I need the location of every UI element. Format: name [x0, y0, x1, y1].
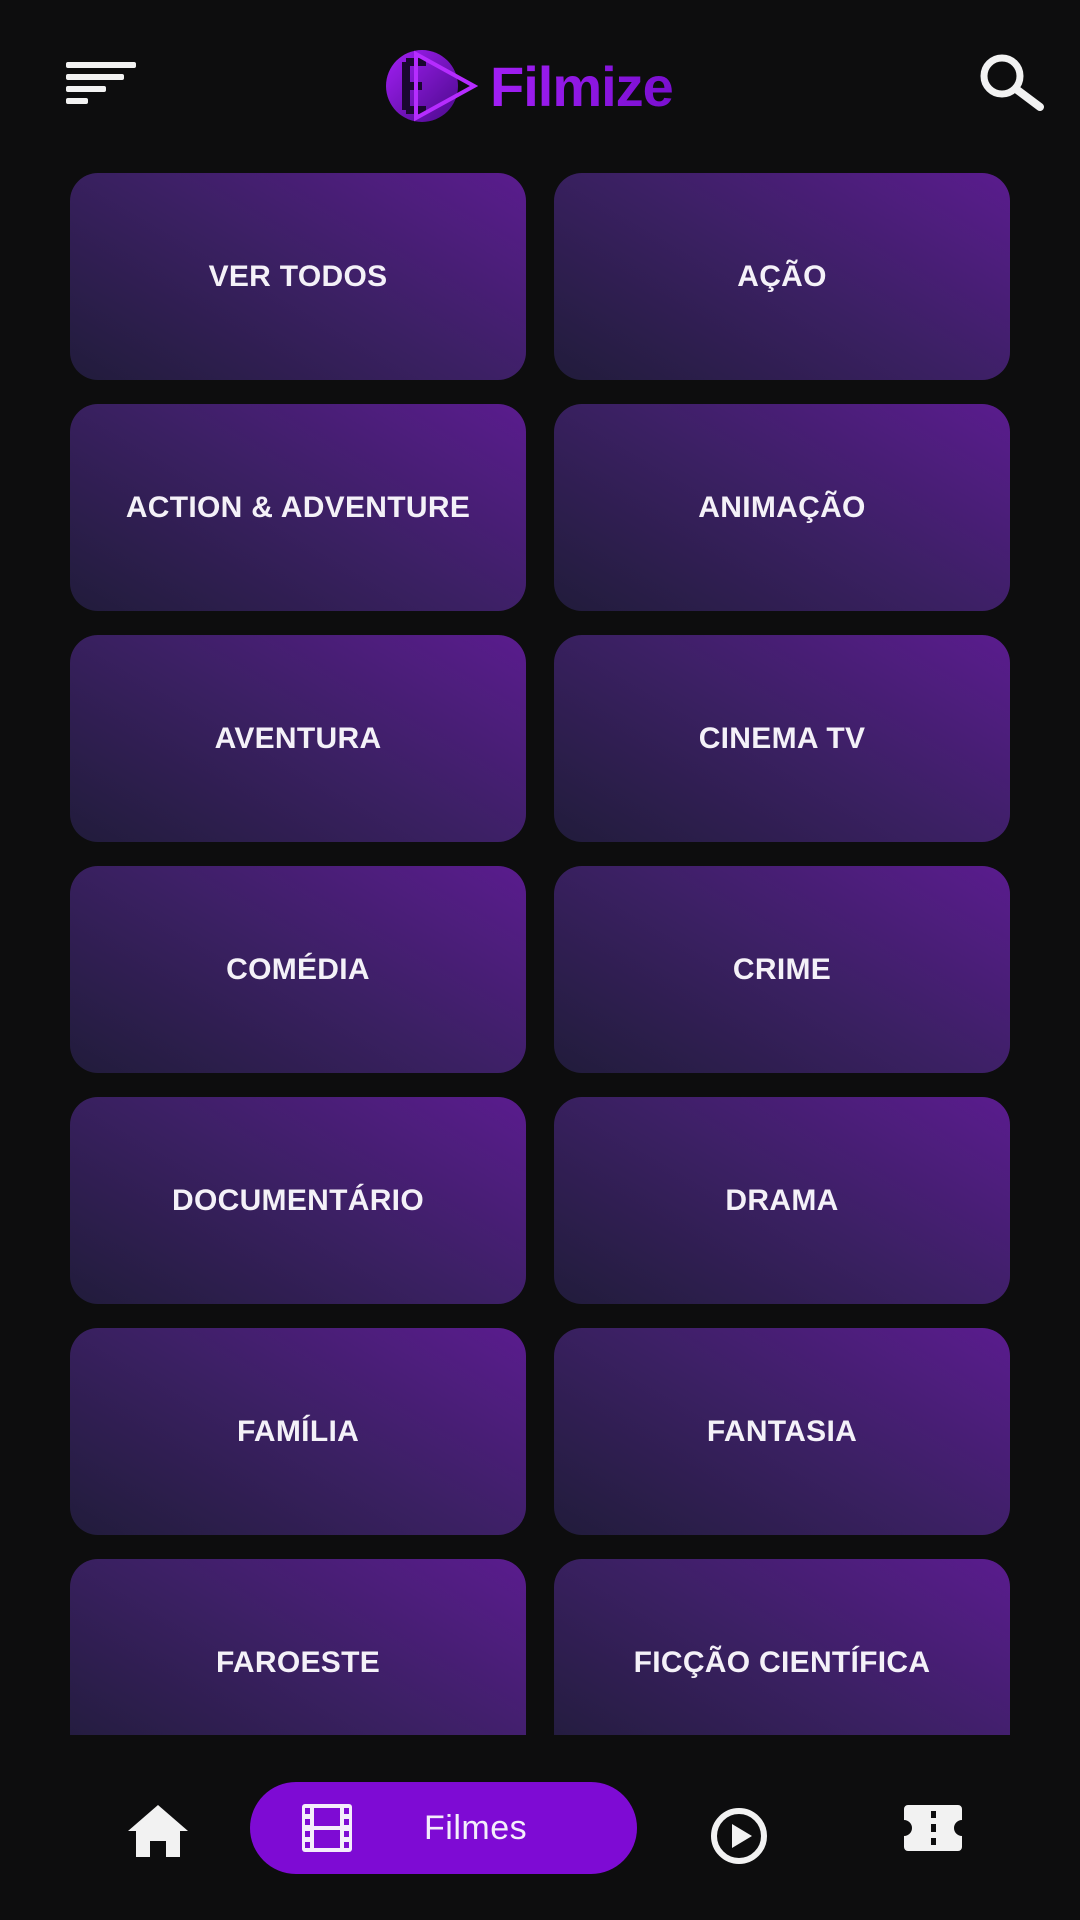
genre-label: DRAMA: [725, 1183, 839, 1217]
genre-label: DOCUMENTÁRIO: [172, 1183, 424, 1217]
genre-tile-aventura[interactable]: AVENTURA: [70, 635, 526, 842]
genre-tile-ficcao-cientifica[interactable]: FICÇÃO CIENTÍFICA: [554, 1559, 1010, 1735]
genre-label: ANIMAÇÃO: [698, 490, 866, 524]
bottom-navigation: Filmes: [0, 1735, 1080, 1920]
genre-label: FANTASIA: [706, 1414, 858, 1448]
play-circle-icon: [711, 1808, 767, 1864]
genre-tile-faroeste[interactable]: FAROESTE: [70, 1559, 526, 1735]
hamburger-menu-icon: [66, 62, 136, 104]
nav-home[interactable]: [126, 1803, 190, 1859]
genre-tile-animacao[interactable]: ANIMAÇÃO: [554, 404, 1010, 611]
genre-grid-viewport[interactable]: VER TODOS AÇÃO ACTION & ADVENTURE ANIMAÇ…: [0, 173, 1080, 1735]
app-name: Filmize: [490, 54, 674, 118]
genre-label: ACTION & ADVENTURE: [125, 490, 471, 524]
nav-play[interactable]: [710, 1807, 768, 1865]
genre-label: FAMÍLIA: [236, 1414, 360, 1448]
app-logo: Filmize: [382, 46, 674, 126]
genre-label: CRIME: [732, 952, 832, 986]
genre-tile-cinema-tv[interactable]: CINEMA TV: [554, 635, 1010, 842]
nav-filmes-label: Filmes: [424, 1808, 528, 1847]
search-button[interactable]: [976, 52, 1046, 112]
genre-label: AVENTURA: [214, 721, 382, 755]
home-icon: [128, 1805, 188, 1857]
genre-tile-action-adventure[interactable]: ACTION & ADVENTURE: [70, 404, 526, 611]
ticket-icon: [904, 1805, 962, 1851]
genre-label: FAROESTE: [215, 1645, 381, 1679]
genres-screen: Filmize VER TODOS AÇÃO ACTION & ADVENTUR…: [0, 0, 1080, 1920]
genre-tile-drama[interactable]: DRAMA: [554, 1097, 1010, 1304]
search-icon: [980, 54, 1044, 111]
genre-grid: VER TODOS AÇÃO ACTION & ADVENTURE ANIMAÇ…: [70, 173, 1010, 1735]
genre-label: COMÉDIA: [226, 952, 370, 986]
logo-play-icon: [386, 50, 478, 122]
top-app-bar: Filmize: [0, 0, 1080, 170]
genre-label: VER TODOS: [208, 259, 388, 293]
genre-tile-familia[interactable]: FAMÍLIA: [70, 1328, 526, 1535]
film-strip-icon: [302, 1804, 352, 1852]
genre-tile-comedia[interactable]: COMÉDIA: [70, 866, 526, 1073]
nav-filmes[interactable]: Filmes: [250, 1782, 637, 1874]
genre-tile-ver-todos[interactable]: VER TODOS: [70, 173, 526, 380]
genre-tile-acao[interactable]: AÇÃO: [554, 173, 1010, 380]
genre-tile-crime[interactable]: CRIME: [554, 866, 1010, 1073]
genre-tile-fantasia[interactable]: FANTASIA: [554, 1328, 1010, 1535]
genre-tile-documentario[interactable]: DOCUMENTÁRIO: [70, 1097, 526, 1304]
nav-tickets[interactable]: [904, 1805, 962, 1851]
genre-label: FICÇÃO CIENTÍFICA: [633, 1645, 931, 1679]
genre-label: CINEMA TV: [698, 721, 866, 755]
menu-button[interactable]: [66, 62, 136, 104]
genre-label: AÇÃO: [737, 259, 827, 293]
